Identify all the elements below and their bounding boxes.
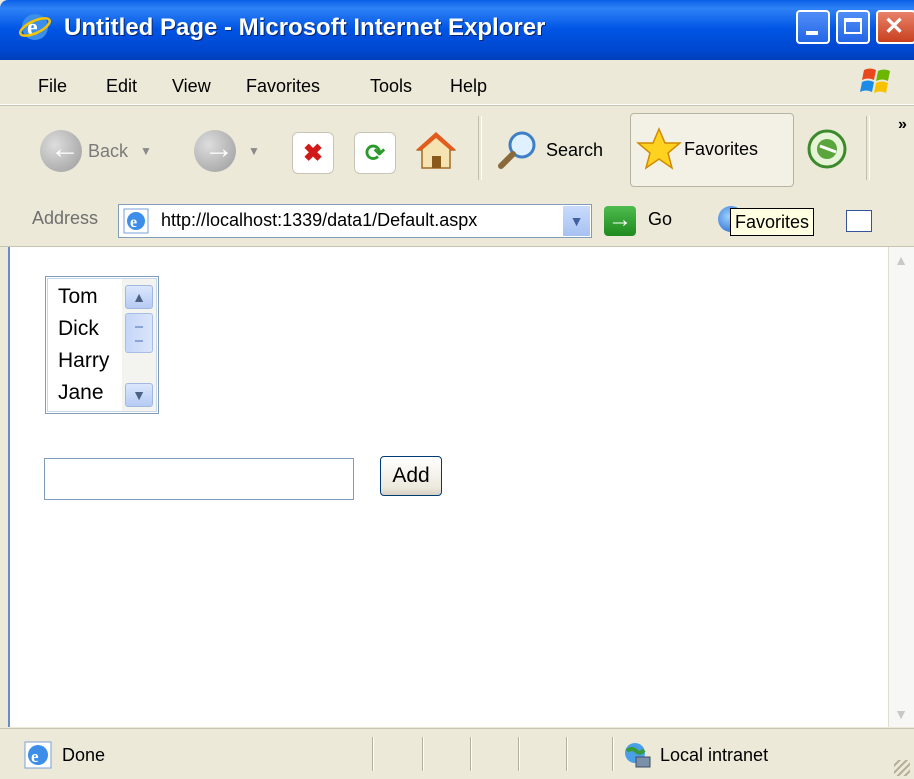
names-listbox[interactable]: Tom Dick Harry Jane ▲ ▼ [45,276,159,414]
home-button[interactable] [414,130,458,172]
address-input[interactable]: e http://localhost:1339/data1/Default.as… [118,204,592,238]
local-intranet-icon [625,743,651,768]
name-text-input[interactable] [44,458,354,500]
menu-view[interactable]: View [172,76,211,97]
status-divider [566,737,568,771]
status-bar: e Done Local intranet [0,728,914,779]
favorites-button[interactable]: Favorites [636,126,758,172]
favorites-label: Favorites [684,138,759,159]
listbox-scrollbar[interactable]: ▲ ▼ [122,279,156,411]
media-button[interactable] [806,128,848,170]
scroll-down-icon[interactable]: ▼ [890,703,912,725]
ie-icon: e [19,14,51,41]
status-divider [518,737,520,771]
home-icon [416,132,456,169]
favorites-tooltip: Favorites [730,208,815,236]
browser-window: e Untitled Page - Microsoft Internet Exp… [0,0,914,779]
address-bar: Address e http://localhost:1339/data1/De… [0,196,914,247]
forward-icon [194,130,236,172]
minimize-button[interactable] [796,10,830,44]
go-arrow-icon[interactable]: → [604,206,636,236]
back-button[interactable]: Back ▼ [40,130,152,172]
list-item[interactable]: Harry [58,349,109,373]
status-divider [372,737,374,771]
menu-help[interactable]: Help [450,76,487,97]
maximize-button[interactable] [836,10,870,44]
status-divider [422,737,424,771]
listbox-scroll-down-icon[interactable]: ▼ [125,383,153,407]
forward-dropdown-icon[interactable]: ▼ [248,144,260,158]
title-bar[interactable]: e Untitled Page - Microsoft Internet Exp… [0,0,914,60]
svg-text:e: e [130,214,137,231]
toolbar-overflow-chevron-icon[interactable]: » [898,116,907,134]
back-icon [40,130,82,172]
status-divider [470,737,472,771]
go-button[interactable]: Go [648,209,672,230]
back-dropdown-icon[interactable]: ▼ [140,144,152,158]
listbox-inner: Tom Dick Harry Jane ▲ ▼ [47,278,157,412]
close-button[interactable] [876,10,914,44]
search-label: Search [546,139,604,160]
address-dropdown-icon[interactable]: ▼ [562,206,590,236]
address-label: Address [32,208,99,228]
stop-button[interactable]: ✖ [292,132,334,174]
scroll-up-icon[interactable]: ▲ [890,249,912,271]
resize-grip[interactable] [894,760,910,776]
menu-tools[interactable]: Tools [370,76,412,97]
menu-edit[interactable]: Edit [106,76,137,97]
svg-text:e: e [31,747,39,766]
listbox-scroll-thumb[interactable] [125,313,153,353]
security-zone-text: Local intranet [660,745,769,765]
refresh-button[interactable]: ⟳ [354,132,396,174]
menu-bar: File Edit View Favorites Tools Help [0,60,914,105]
refresh-icon: ⟳ [354,132,396,174]
search-button[interactable]: Search [496,128,603,172]
status-divider [612,737,614,771]
search-icon [498,131,536,169]
toolbar-separator-2 [866,116,870,180]
windows-flag-icon [860,68,890,93]
stop-icon: ✖ [292,132,334,174]
address-url: http://localhost:1339/data1/Default.aspx [161,210,478,230]
list-item[interactable]: Tom [58,285,98,309]
status-ie-icon: e [24,741,52,769]
back-label: Back [88,140,129,161]
toolbar-separator [478,116,482,180]
window-title: Untitled Page - Microsoft Internet Explo… [64,14,546,41]
favorites-star-icon [636,127,682,170]
link-page-icon[interactable] [846,210,872,232]
listbox-scroll-up-icon[interactable]: ▲ [125,285,153,309]
menu-favorites[interactable]: Favorites [246,76,320,97]
page-vertical-scrollbar[interactable]: ▲ ▼ [888,247,914,727]
status-text: Done [62,745,106,765]
media-icon [807,129,847,169]
list-item[interactable]: Jane [58,381,104,405]
list-item[interactable]: Dick [58,317,99,341]
forward-button[interactable]: ▼ [194,130,260,172]
page-ie-icon: e [123,208,149,234]
menu-file[interactable]: File [38,76,67,97]
add-button[interactable]: Add [380,456,442,496]
